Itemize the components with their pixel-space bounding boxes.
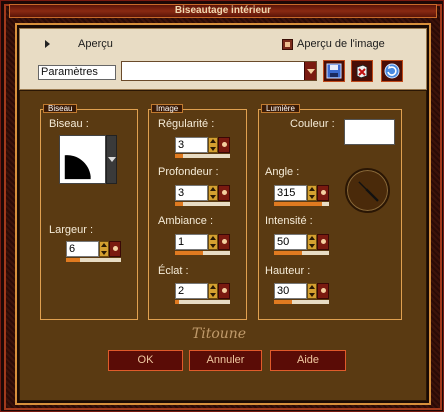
ambience-stepper[interactable]: 1	[175, 234, 232, 256]
delete-preset-button[interactable]	[351, 60, 373, 82]
smoothness-stepper[interactable]: 3	[175, 137, 232, 159]
color-label: Couleur :	[290, 118, 335, 130]
elevation-slider-fill	[274, 300, 293, 304]
light-color-swatch[interactable]	[344, 119, 395, 145]
ambience-field[interactable]: 1	[175, 234, 208, 250]
width-reset-icon[interactable]	[109, 241, 121, 257]
ambience-reset-icon[interactable]	[218, 234, 230, 250]
depth-slider-fill	[175, 202, 184, 206]
preview-expand-icon[interactable]	[45, 40, 50, 48]
angle-dial-needle-icon	[358, 181, 379, 202]
presets-dropdown-icon[interactable]	[304, 62, 316, 80]
ambience-slider-fill	[175, 251, 203, 255]
width-slider[interactable]	[66, 258, 121, 262]
image-group-title: Image	[151, 104, 184, 113]
ambience-spin-arrows[interactable]	[208, 234, 218, 250]
shine-reset-icon[interactable]	[218, 283, 230, 299]
bevel-group-title: Biseau	[43, 104, 78, 113]
presets-combo[interactable]	[121, 61, 317, 81]
refresh-icon	[384, 63, 400, 79]
depth-field[interactable]: 3	[175, 185, 208, 201]
width-stepper[interactable]: 6	[66, 241, 123, 263]
brand-signature: Titoune	[191, 326, 247, 342]
ambience-label: Ambiance :	[158, 215, 214, 227]
depth-label: Profondeur :	[158, 166, 219, 178]
preview-image-label[interactable]: Aperçu de l'image	[297, 38, 385, 50]
angle-slider[interactable]	[274, 202, 329, 206]
depth-spin-arrows[interactable]	[208, 185, 218, 201]
cancel-button[interactable]: Annuler	[189, 350, 262, 371]
smoothness-label: Régularité :	[158, 118, 215, 130]
reset-preset-button[interactable]	[381, 60, 403, 82]
width-field[interactable]: 6	[66, 241, 99, 257]
width-spin-arrows[interactable]	[99, 241, 109, 257]
shine-stepper[interactable]: 2	[175, 283, 232, 305]
floppy-icon	[326, 63, 342, 79]
intensity-label: Intensité :	[265, 215, 313, 227]
angle-label: Angle :	[265, 166, 300, 178]
intensity-stepper[interactable]: 50	[274, 234, 331, 256]
intensity-field[interactable]: 50	[274, 234, 307, 250]
intensity-slider[interactable]	[274, 251, 329, 255]
title-bar: Biseautage intérieur	[9, 4, 437, 18]
angle-slider-fill	[274, 202, 323, 206]
angle-stepper[interactable]: 315	[274, 185, 331, 207]
ok-button[interactable]: OK	[108, 350, 183, 371]
preview-label[interactable]: Aperçu	[78, 38, 113, 50]
help-button[interactable]: Aide	[270, 350, 346, 371]
smoothness-reset-icon[interactable]	[218, 137, 230, 153]
elevation-label: Hauteur :	[265, 265, 311, 277]
shine-slider-fill	[175, 300, 180, 304]
shine-field[interactable]: 2	[175, 283, 208, 299]
dialog-window: Biseautage intérieur Aperçu Aperçu de l'…	[0, 0, 444, 412]
depth-reset-icon[interactable]	[218, 185, 230, 201]
preview-image-checkbox[interactable]	[282, 39, 293, 50]
bevel-dropdown-icon[interactable]	[106, 135, 117, 184]
width-slider-fill	[66, 258, 80, 262]
elevation-stepper[interactable]: 30	[274, 283, 331, 305]
bevel-shape-icon	[64, 155, 91, 180]
presets-label: Paramètres	[38, 65, 116, 80]
smoothness-slider-fill	[175, 154, 184, 158]
intensity-slider-fill	[274, 251, 302, 255]
shine-slider[interactable]	[175, 300, 230, 304]
ambience-slider[interactable]	[175, 251, 230, 255]
smoothness-slider[interactable]	[175, 154, 230, 158]
angle-reset-icon[interactable]	[317, 185, 329, 201]
intensity-reset-icon[interactable]	[317, 234, 329, 250]
depth-slider[interactable]	[175, 202, 230, 206]
bevel-shape-preview[interactable]	[59, 135, 106, 184]
light-group-title: Lumière	[261, 104, 300, 113]
elevation-reset-icon[interactable]	[317, 283, 329, 299]
bevel-label: Biseau :	[49, 118, 89, 130]
angle-dial[interactable]	[345, 168, 390, 213]
smoothness-field[interactable]: 3	[175, 137, 208, 153]
save-preset-button[interactable]	[323, 60, 345, 82]
elevation-field[interactable]: 30	[274, 283, 307, 299]
width-label: Largeur :	[49, 224, 94, 236]
elevation-slider[interactable]	[274, 300, 329, 304]
depth-stepper[interactable]: 3	[175, 185, 232, 207]
delete-icon	[356, 64, 368, 79]
intensity-spin-arrows[interactable]	[307, 234, 317, 250]
shine-label: Éclat :	[158, 265, 189, 277]
elevation-spin-arrows[interactable]	[307, 283, 317, 299]
angle-field[interactable]: 315	[274, 185, 307, 201]
angle-spin-arrows[interactable]	[307, 185, 317, 201]
smoothness-spin-arrows[interactable]	[208, 137, 218, 153]
shine-spin-arrows[interactable]	[208, 283, 218, 299]
